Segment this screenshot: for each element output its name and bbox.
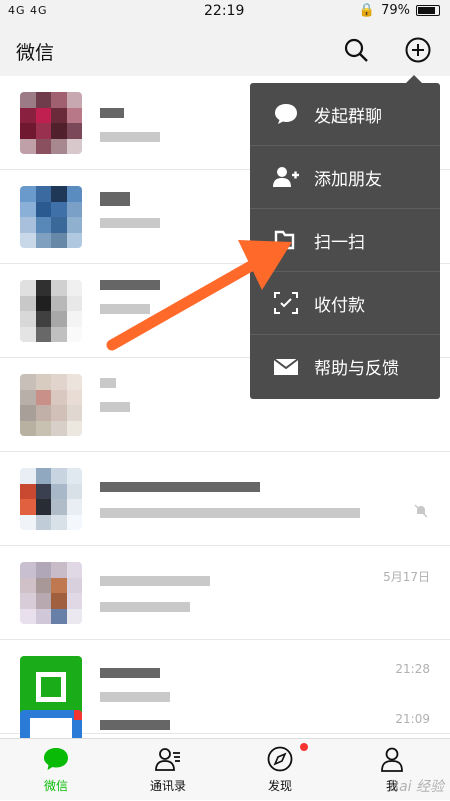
- avatar: [20, 468, 82, 530]
- tab-label: 通讯录: [149, 779, 186, 793]
- tab-label: 微信: [43, 779, 68, 793]
- battery-percent: 79%: [381, 3, 410, 18]
- page-title: 微信: [16, 42, 55, 64]
- status-bar: 4G 4G 22:19 🔒 79%: [0, 0, 450, 24]
- clock: 22:19: [204, 3, 245, 19]
- scan-icon: [272, 226, 300, 254]
- menu-item-label: 扫一扫: [314, 232, 365, 253]
- contacts-icon: [155, 748, 180, 771]
- tab-label: 发现: [267, 779, 292, 793]
- avatar: [20, 710, 82, 740]
- chat-time: 21:28: [395, 662, 430, 676]
- menu-item-label: 发起群聊: [314, 106, 382, 127]
- mail-icon: [272, 353, 300, 381]
- notification-dot: [300, 743, 308, 751]
- plus-popup-menu: 发起群聊 添加朋友 扫一扫 收付款 帮助与反馈: [250, 75, 440, 399]
- tab-wechat[interactable]: 微信: [0, 739, 112, 801]
- chat-icon: [44, 748, 68, 770]
- chat-time: 5月17日: [383, 570, 430, 584]
- battery-icon: [416, 5, 440, 16]
- chat-bubble-icon: [272, 100, 300, 128]
- chat-row[interactable]: 5月17日: [0, 546, 450, 640]
- menu-item-add-friend[interactable]: 添加朋友: [250, 146, 440, 209]
- app-header: 微信: [0, 24, 450, 76]
- tab-contacts[interactable]: 通讯录: [112, 739, 224, 801]
- search-icon[interactable]: [342, 36, 370, 64]
- bottom-tab-bar: 微信 通讯录 发现 我 Bai 经验: [0, 738, 450, 800]
- payment-icon: [272, 289, 300, 317]
- menu-item-label: 添加朋友: [314, 169, 382, 190]
- chat-row[interactable]: 21:09: [0, 694, 450, 740]
- lock-icon: 🔒: [358, 3, 376, 18]
- menu-item-group-chat[interactable]: 发起群聊: [250, 83, 440, 146]
- chat-row[interactable]: [0, 452, 450, 546]
- watermark: Bai 经验: [389, 779, 444, 795]
- avatar: [20, 92, 82, 154]
- mute-bell-icon: [414, 504, 428, 518]
- battery-indicator: 🔒 79%: [359, 3, 440, 18]
- avatar: [20, 186, 82, 248]
- avatar: [20, 562, 82, 624]
- signal-indicator: 4G 4G: [8, 4, 48, 17]
- person-icon: [381, 747, 403, 772]
- add-friend-icon: [272, 163, 300, 191]
- menu-item-payment[interactable]: 收付款: [250, 272, 440, 335]
- avatar: [20, 374, 82, 436]
- menu-item-label: 帮助与反馈: [314, 359, 399, 379]
- chat-time: 21:09: [395, 712, 430, 726]
- tab-discover[interactable]: 发现: [224, 739, 336, 801]
- menu-item-help-feedback[interactable]: 帮助与反馈: [250, 335, 440, 398]
- menu-item-scan[interactable]: 扫一扫: [250, 209, 440, 272]
- menu-item-label: 收付款: [314, 295, 365, 316]
- compass-icon: [267, 746, 293, 772]
- avatar: [20, 280, 82, 342]
- plus-circle-icon[interactable]: [404, 36, 432, 64]
